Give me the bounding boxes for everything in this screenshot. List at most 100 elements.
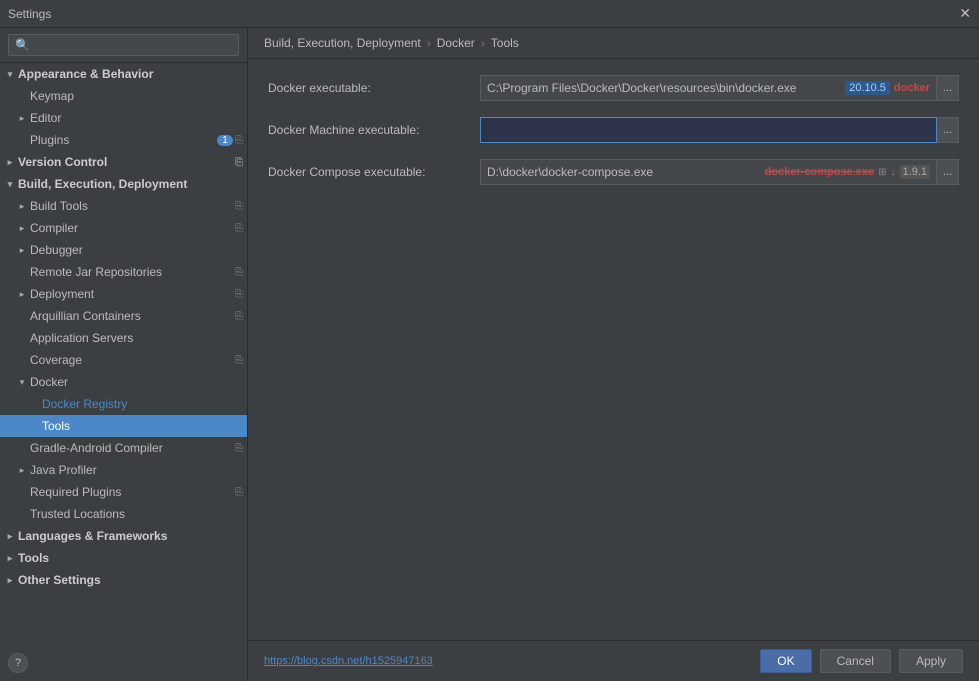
bt-icons: ⎘ [235, 201, 243, 212]
help-link[interactable]: https://blog.csdn.net/h1525947163 [264, 655, 433, 667]
breadcrumb-part-3: Tools [491, 36, 519, 50]
sidebar-item-deployment[interactable]: Deployment ⎘ [0, 283, 247, 305]
sidebar-item-java-profiler[interactable]: Java Profiler [0, 459, 247, 481]
sidebar-item-label: Other Settings [18, 573, 243, 587]
chevron-arq [16, 310, 28, 322]
docker-version-badge: 20.10.5 [845, 81, 890, 95]
docker-exe-label: Docker executable: [268, 81, 468, 95]
copy-icon: ⎘ [235, 487, 243, 498]
breadcrumb-part-1: Build, Execution, Deployment [264, 36, 421, 50]
breadcrumb: Build, Execution, Deployment › Docker › … [248, 28, 979, 59]
help-button[interactable]: ? [8, 653, 28, 673]
sidebar-item-label: Application Servers [30, 331, 243, 345]
sidebar-item-tools[interactable]: Tools [0, 415, 247, 437]
chevron-jp [16, 464, 28, 476]
copy-icon: ⎘ [235, 157, 243, 168]
settings-form: Docker executable: C:\Program Files\Dock… [248, 59, 979, 640]
docker-machine-input-group: ... [480, 117, 959, 143]
search-input[interactable] [8, 34, 239, 56]
sidebar-item-label: Coverage [30, 353, 235, 367]
sidebar-item-label: Required Plugins [30, 485, 235, 499]
sidebar-item-required-plugins[interactable]: Required Plugins ⎘ [0, 481, 247, 503]
docker-compose-version: 1.9.1 [900, 165, 930, 179]
docker-compose-arrow: ↓ [891, 167, 896, 178]
sidebar-item-keymap[interactable]: Keymap [0, 85, 247, 107]
breadcrumb-sep-2: › [481, 36, 485, 50]
sidebar-item-trusted-locations[interactable]: Trusted Locations [0, 503, 247, 525]
copy-icon: ⎘ [235, 135, 243, 146]
chevron-tr [4, 552, 16, 564]
sidebar-item-label: Gradle-Android Compiler [30, 441, 235, 455]
close-button[interactable]: ✕ [959, 5, 971, 22]
chevron-other [4, 574, 16, 586]
chevron-deployment [16, 288, 28, 300]
copy-icon: ⎘ [235, 311, 243, 322]
dep-icons: ⎘ [235, 289, 243, 300]
apply-button[interactable]: Apply [899, 649, 963, 673]
chevron-compiler [16, 222, 28, 234]
chevron-tl [16, 508, 28, 520]
sidebar-item-gradle-android[interactable]: Gradle-Android Compiler ⎘ [0, 437, 247, 459]
sidebar-item-plugins[interactable]: Plugins 1 ⎘ [0, 129, 247, 151]
docker-exe-browse-button[interactable]: ... [937, 75, 959, 101]
chevron-build [4, 178, 16, 190]
copy-icon: ⎘ [235, 223, 243, 234]
sidebar-item-label: Deployment [30, 287, 235, 301]
docker-compose-browse-button[interactable]: ... [937, 159, 959, 185]
sidebar-item-debugger[interactable]: Debugger [0, 239, 247, 261]
chevron-vc [4, 156, 16, 168]
docker-machine-browse-button[interactable]: ... [937, 117, 959, 143]
chevron-dr [28, 398, 40, 410]
chevron-editor [16, 112, 28, 124]
sidebar-item-tools-root[interactable]: Tools [0, 547, 247, 569]
compiler-icons: ⎘ [235, 223, 243, 234]
docker-compose-badges: docker-compose.exe ⊞ ↓ 1.9.1 [765, 165, 930, 179]
chevron-docker [16, 376, 28, 388]
sidebar-item-label: Tools [42, 419, 243, 433]
sidebar-item-coverage[interactable]: Coverage ⎘ [0, 349, 247, 371]
sidebar-item-label: Keymap [30, 89, 243, 103]
sidebar-item-languages[interactable]: Languages & Frameworks [0, 525, 247, 547]
sidebar-item-label: Docker [30, 375, 243, 389]
chevron-tools [28, 420, 40, 432]
sidebar-item-docker[interactable]: Docker [0, 371, 247, 393]
title-bar: Settings ✕ [0, 0, 979, 28]
chevron-ga [16, 442, 28, 454]
docker-exe-input-group: C:\Program Files\Docker\Docker\resources… [480, 75, 959, 101]
docker-compose-name-badge: docker-compose.exe [765, 166, 874, 178]
sidebar-item-label: Compiler [30, 221, 235, 235]
sidebar-item-editor[interactable]: Editor [0, 107, 247, 129]
sidebar-item-other[interactable]: Other Settings [0, 569, 247, 591]
sidebar-item-app-servers[interactable]: Application Servers [0, 327, 247, 349]
sidebar-item-label: Trusted Locations [30, 507, 243, 521]
docker-compose-display: D:\docker\docker-compose.exe docker-comp… [480, 159, 937, 185]
sidebar-item-label: Arquillian Containers [30, 309, 235, 323]
copy-icon: ⎘ [235, 267, 243, 278]
sidebar-item-docker-registry[interactable]: Docker Registry [0, 393, 247, 415]
docker-exe-value: C:\Program Files\Docker\Docker\resources… [487, 81, 796, 95]
docker-compose-label: Docker Compose executable: [268, 165, 468, 179]
sidebar-item-label: Debugger [30, 243, 243, 257]
docker-machine-input[interactable] [480, 117, 937, 143]
sidebar-item-appearance[interactable]: Appearance & Behavior [0, 63, 247, 85]
plugins-badge: 1 [217, 135, 233, 146]
sidebar-item-label: Appearance & Behavior [18, 67, 243, 81]
sidebar-item-label: Remote Jar Repositories [30, 265, 235, 279]
breadcrumb-part-2: Docker [437, 36, 475, 50]
sidebar-item-build[interactable]: Build, Execution, Deployment [0, 173, 247, 195]
vc-icons: ⎘ [235, 157, 243, 168]
content-area: Build, Execution, Deployment › Docker › … [248, 28, 979, 681]
sidebar-item-compiler[interactable]: Compiler ⎘ [0, 217, 247, 239]
sidebar-item-version-control[interactable]: Version Control ⎘ [0, 151, 247, 173]
ok-button[interactable]: OK [760, 649, 811, 673]
cancel-button[interactable]: Cancel [820, 649, 891, 673]
sidebar-item-arquillian[interactable]: Arquillian Containers ⎘ [0, 305, 247, 327]
sidebar-item-label: Tools [18, 551, 243, 565]
copy-icon: ⎘ [235, 289, 243, 300]
sidebar-tree: Appearance & Behavior Keymap Editor Plug… [0, 63, 247, 681]
sidebar-item-build-tools[interactable]: Build Tools ⎘ [0, 195, 247, 217]
search-box [0, 28, 247, 63]
arq-icons: ⎘ [235, 311, 243, 322]
chevron-rjr [16, 266, 28, 278]
sidebar-item-remote-jar[interactable]: Remote Jar Repositories ⎘ [0, 261, 247, 283]
